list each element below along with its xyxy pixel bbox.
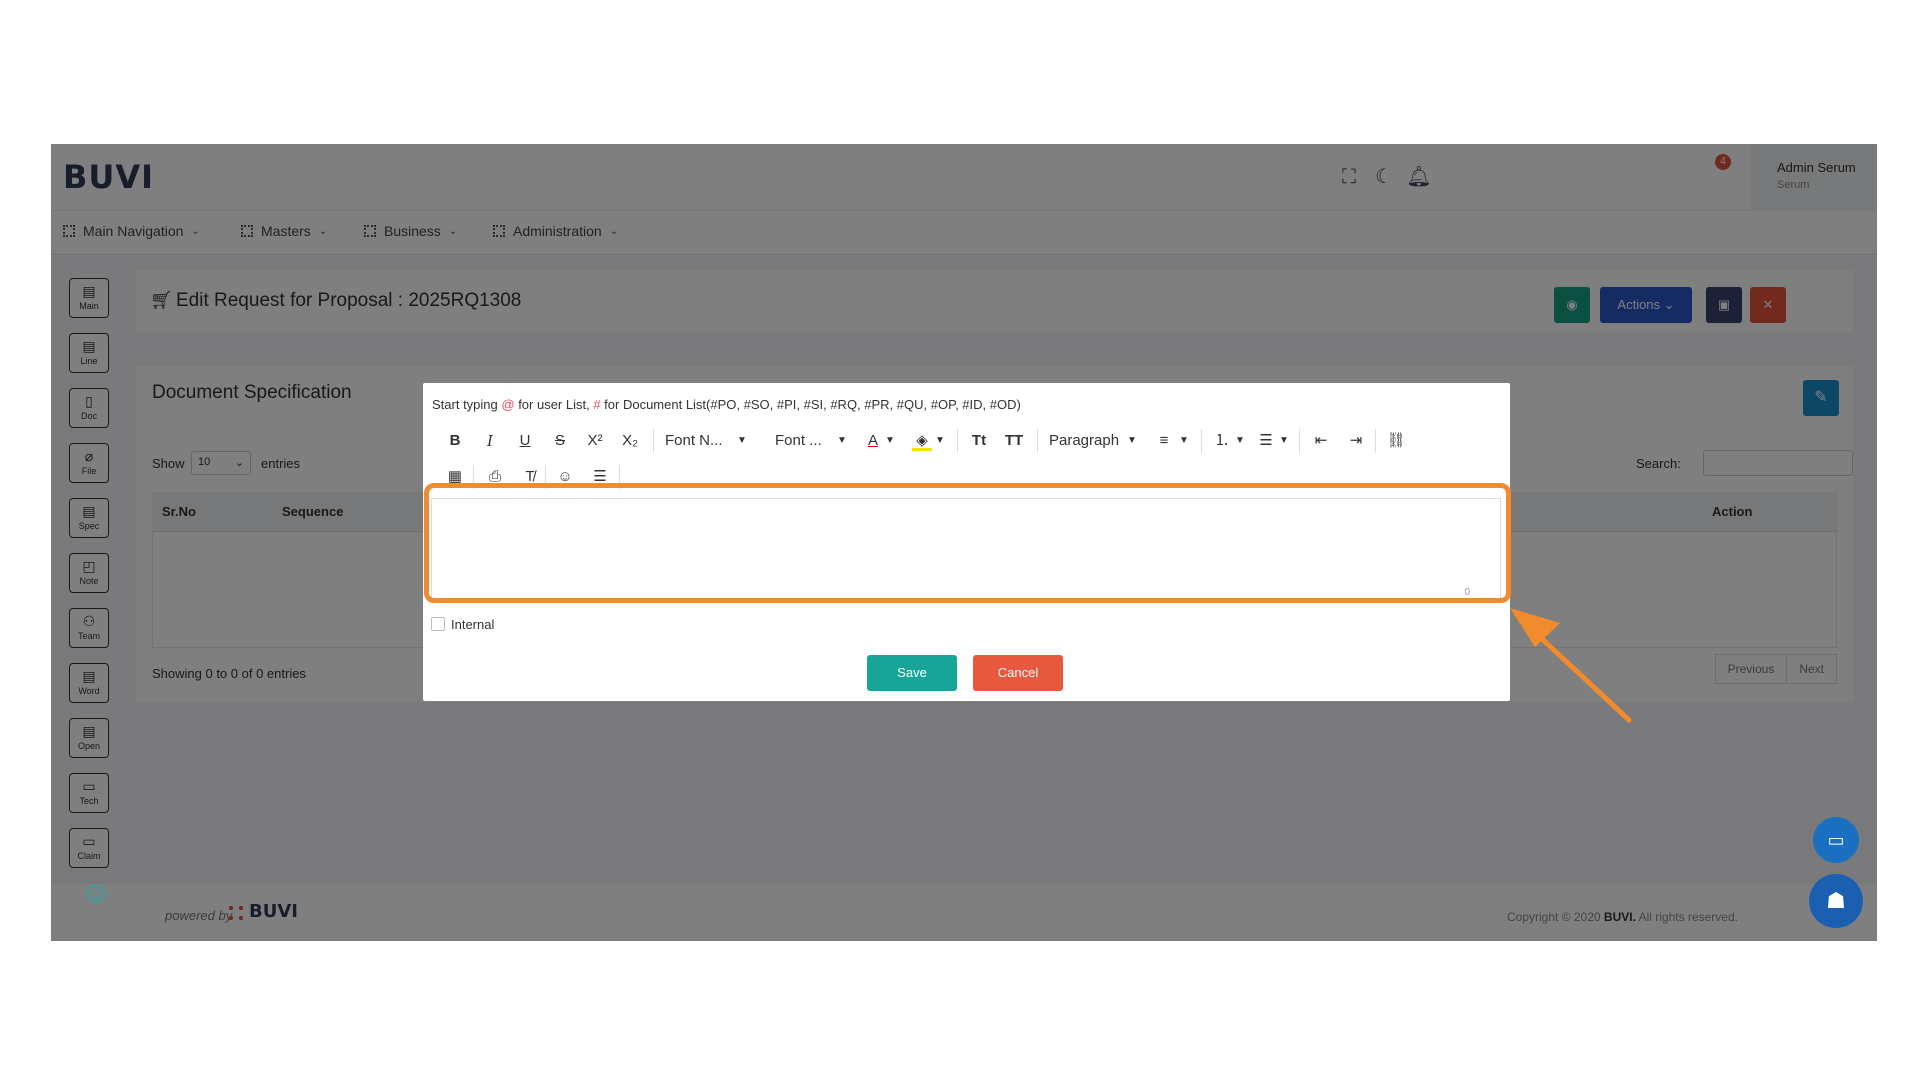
app-screenshot: BUVI ⛶ ☾ 🔔︎ 4 Admin Serum Serum Main Nav… [51,144,1877,941]
arrow-head [1510,608,1560,647]
annotation-arrow [1510,608,1632,723]
